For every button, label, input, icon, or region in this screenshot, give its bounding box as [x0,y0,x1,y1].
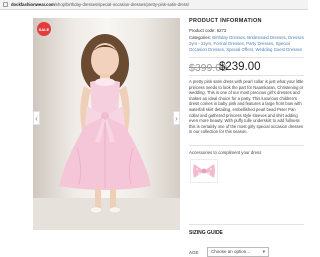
previous-image-arrow-icon[interactable]: ‹ [33,111,40,125]
sizing-guide-title[interactable]: SIZING GUIDE [189,230,223,236]
product-image-gallery[interactable]: SALE ‹ › [33,18,180,230]
sale-badge: SALE [37,22,51,36]
browser-url-bar[interactable]: dockfashionwear.com/shop/birthday-dresse… [0,0,308,10]
chevron-down-icon: ▾ [262,249,265,254]
age-label: AGE [189,250,199,255]
product-code-label: Product code: [189,28,216,33]
bow-accessory-icon [193,164,215,178]
lock-icon [3,2,8,7]
divider [189,145,304,146]
age-select-value: Choose an option... [211,249,251,254]
product-description: A pretty pink satin dress with pearl col… [189,79,304,135]
accessories-title: Accessories to compliment your dress [189,150,262,155]
divider [189,57,304,58]
product-info-heading: PRODUCT INFORMATION [189,18,262,24]
product-code-value: 6273 [216,28,227,33]
product-categories: Categories: Birthday Dresses, Bridesmaid… [189,35,304,52]
url-text[interactable]: dockfashionwear.com/shop/birthday-dresse… [11,1,189,9]
age-select[interactable]: Choose an option... ▾ [207,247,269,257]
sale-price: $239.00 [219,61,261,73]
product-photo [33,34,180,230]
categories-label: Categories: [189,35,211,40]
divider [189,75,304,76]
accessory-bow-thumbnail[interactable] [190,159,218,183]
next-image-arrow-icon[interactable]: › [173,111,180,125]
divider [189,224,304,225]
product-code: Product code: 6273 [189,28,226,33]
